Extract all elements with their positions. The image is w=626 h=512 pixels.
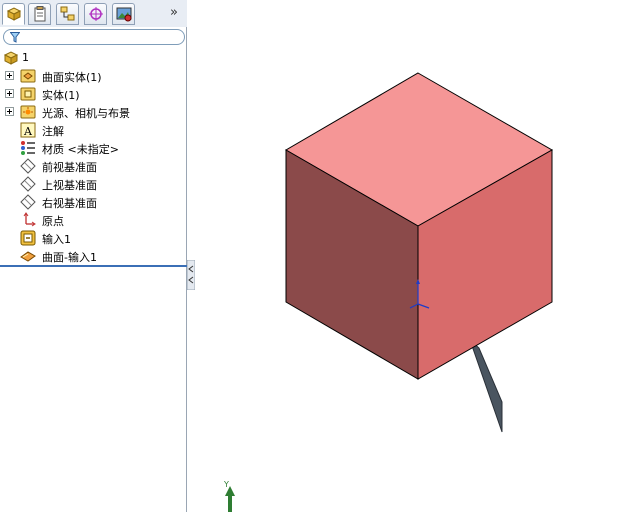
tree-item-import1[interactable]: 输入1 (0, 229, 187, 247)
tree-item-top-plane[interactable]: 上视基准面 (0, 175, 187, 193)
view-orientation-triad: Y (223, 480, 235, 512)
tree-item-surface-import1[interactable]: 曲面-输入1 (0, 247, 187, 265)
property-manager-icon (34, 6, 46, 22)
surface-import-icon (20, 251, 36, 262)
tree-item-label: 曲面实体(1) (42, 71, 102, 84)
tree-item-label: 材质 <未指定> (42, 143, 119, 156)
tree-item-label: 前视基准面 (42, 161, 97, 174)
origin-icon (23, 212, 36, 227)
feature-tree-icon (6, 7, 22, 21)
display-manager-tab[interactable] (112, 3, 135, 25)
plane-icon (20, 194, 36, 210)
feature-manager-tab[interactable] (2, 3, 25, 25)
graphics-area[interactable]: Y (188, 0, 626, 512)
triad-y-label: Y (223, 480, 229, 489)
tree-item-front-plane[interactable]: 前视基准面 (0, 157, 187, 175)
tree-item-solid-bodies[interactable]: 实体(1) (0, 85, 187, 103)
part-icon (3, 51, 19, 65)
tree-root-part[interactable]: 1 (0, 49, 187, 67)
expand-toggle[interactable] (5, 107, 14, 116)
expand-toggle[interactable] (5, 89, 14, 98)
tree-item-label: 实体(1) (42, 89, 80, 102)
tree-item-label: 原点 (42, 215, 64, 228)
tree-item-material[interactable]: 材质 <未指定> (0, 139, 187, 157)
dimxpert-manager-tab[interactable] (84, 3, 107, 25)
property-manager-tab[interactable] (28, 3, 51, 25)
tree-item-right-plane[interactable]: 右视基准面 (0, 193, 187, 211)
plane-icon (20, 158, 36, 174)
filter-funnel-icon (10, 32, 20, 43)
annotations-icon: A (20, 122, 36, 138)
imported-body-icon (20, 230, 36, 246)
dimxpert-target-icon (89, 7, 103, 21)
manager-tab-bar: » (0, 0, 187, 27)
plane-icon (20, 176, 36, 192)
material-icon (21, 141, 35, 155)
tree-item-label: 右视基准面 (42, 197, 97, 210)
tree-item-label: 光源、相机与布景 (42, 107, 130, 120)
configuration-manager-tab[interactable] (56, 3, 79, 25)
svg-text:A: A (23, 125, 33, 138)
filter-input[interactable] (24, 31, 174, 43)
rollback-bar[interactable] (0, 265, 187, 267)
expand-toggle[interactable] (5, 71, 14, 80)
tree-item-label: 注解 (42, 125, 64, 138)
surface-sheet[interactable] (468, 338, 503, 433)
tree-item-label: 输入1 (42, 233, 71, 246)
display-manager-icon (116, 7, 132, 22)
tree-item-annotations[interactable]: A 注解 (0, 121, 187, 139)
surface-bodies-folder-icon (20, 69, 36, 83)
tree-item-origin[interactable]: 原点 (0, 211, 187, 229)
tree-item-lights-cameras-scene[interactable]: 光源、相机与布景 (0, 103, 187, 121)
tree-item-surface-bodies[interactable]: 曲面实体(1) (0, 67, 187, 85)
filter-box[interactable] (3, 29, 185, 45)
tree-root-label: 1 (22, 51, 29, 64)
solid-bodies-folder-icon (20, 87, 36, 101)
configuration-manager-icon (60, 6, 75, 21)
feature-manager-panel: » 1 曲面实体(1) 实体(1) 光源、相机与布景 A 注解 材质 <未指定>… (0, 0, 187, 512)
tree-item-label: 曲面-输入1 (42, 251, 97, 264)
lights-cameras-scene-icon (20, 105, 36, 119)
more-tabs-button[interactable]: » (170, 5, 178, 20)
tree-item-label: 上视基准面 (42, 179, 97, 192)
